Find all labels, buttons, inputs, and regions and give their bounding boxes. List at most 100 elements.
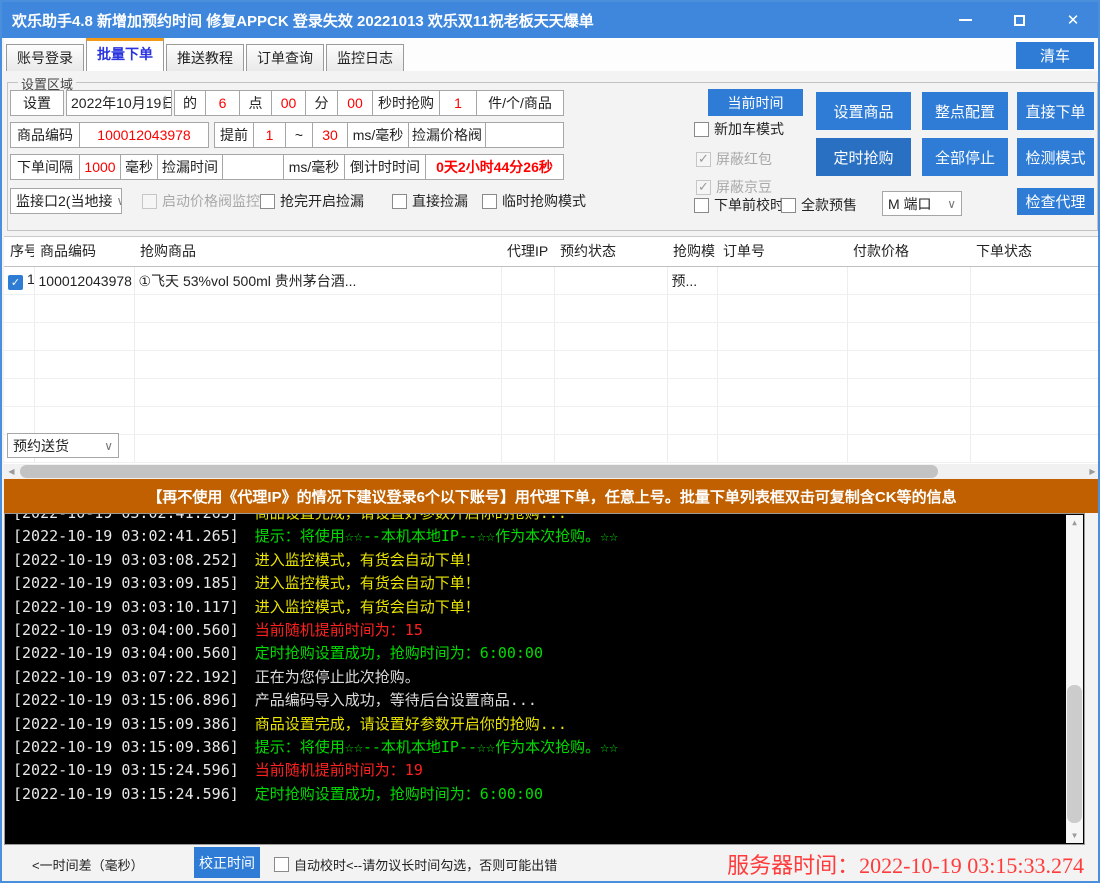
advance-label: 提前 <box>214 122 254 148</box>
tab-list: 账号登录 批量下单 推送教程 订单查询 监控日志 <box>6 38 406 71</box>
scroll-right-icon[interactable]: ▶ <box>1085 464 1100 479</box>
scroll-down-icon[interactable]: ▼ <box>1066 828 1083 843</box>
log-message: 正在为您停止此次抢购。 <box>255 668 420 686</box>
quantity-input[interactable]: 1 <box>439 90 477 116</box>
tab[interactable]: 批量下单 <box>86 38 164 71</box>
column-header[interactable]: 抢购商品 <box>134 237 501 267</box>
scroll-left-icon[interactable]: ◀ <box>4 464 19 479</box>
block-jdbean-checkbox[interactable]: 屏蔽京豆 <box>696 178 772 196</box>
product-table: 序号商品编码抢购商品代理IP预约状态抢购模订单号付款价格下单状态 ✓1 1000… <box>4 236 1100 465</box>
minimize-button[interactable] <box>950 7 980 33</box>
direct-loophole-checkbox[interactable]: 直接捡漏 <box>392 192 468 210</box>
port-mode-value: M 端口 <box>888 194 932 214</box>
checkbox-icon <box>781 198 796 213</box>
port-mode-select[interactable]: M 端口 ∨ <box>882 191 962 216</box>
second-input[interactable]: 00 <box>337 90 373 116</box>
block-redpacket-checkbox[interactable]: 屏蔽红包 <box>696 150 772 168</box>
notice-banner: 【再不使用《代理IP》的情况下建议登录6个以下账号】用代理下单，任意上号。批量下… <box>4 479 1100 513</box>
log-timestamp: [2022-10-19 03:04:00.560] <box>13 644 239 662</box>
date-spinner[interactable]: 2022年10月19日 ▲▼ <box>66 90 172 116</box>
time-check-checkbox[interactable]: 下单前校时 <box>694 196 784 214</box>
listen-port-select[interactable]: 监接口2(当地接 ∨ <box>10 188 122 214</box>
price-threshold-input[interactable] <box>485 122 564 148</box>
title-bar[interactable]: 欢乐助手4.8 新增加预约时间 修复APPCK 登录失效 20221013 欢乐… <box>2 2 1098 38</box>
new-cart-mode-checkbox[interactable]: 新加车模式 <box>694 120 784 138</box>
empty-row <box>4 295 1100 323</box>
log-entry: [2022-10-19 03:04:00.560]当前随机提前时间为：15 <box>13 619 1084 642</box>
spinner-arrows-icon[interactable]: ▲▼ <box>161 93 169 111</box>
row-pay-price <box>847 267 970 295</box>
auto-time-check-checkbox[interactable]: 自动校时<--请勿议长时间勾选，否则可能出错 <box>274 855 557 873</box>
checkbox-icon <box>260 194 275 209</box>
quantity-suffix-label: 件/个/商品 <box>476 90 564 116</box>
clear-cart-button[interactable]: 清车 <box>1016 42 1094 69</box>
log-entry: [2022-10-19 03:03:10.117]进入监控模式，有货会自动下单！ <box>13 596 1084 619</box>
column-header[interactable]: 付款价格 <box>847 237 970 267</box>
set-product-button[interactable]: 设置商品 <box>816 92 911 130</box>
tab[interactable]: 订单查询 <box>246 44 324 71</box>
column-header[interactable]: 订单号 <box>717 237 847 267</box>
table-row[interactable]: ✓1 100012043978 ①飞天 53%vol 500ml 贵州茅台酒..… <box>4 267 1100 295</box>
direct-order-button[interactable]: 直接下单 <box>1017 92 1094 130</box>
row-checkbox[interactable]: ✓ <box>8 275 23 290</box>
scroll-up-icon[interactable]: ▲ <box>1066 515 1083 530</box>
tab[interactable]: 监控日志 <box>326 44 404 71</box>
date-value: 2022年10月19日 <box>71 93 172 113</box>
sku-label: 商品编码 <box>10 122 80 148</box>
horizontal-scrollbar[interactable]: ◀ ▶ <box>4 464 1100 479</box>
minimize-icon <box>959 19 972 21</box>
log-entry: [2022-10-19 03:04:00.560] 定时抢购设置成功，抢购时间为：… <box>13 642 1084 665</box>
after-loophole-checkbox[interactable]: 抢完开启捡漏 <box>260 192 364 210</box>
column-header[interactable]: 抢购模 <box>667 237 717 267</box>
vertical-scrollbar[interactable]: ▲ ▼ <box>1066 515 1083 843</box>
sku-input[interactable]: 100012043978 <box>79 122 209 148</box>
row-mode: 预... <box>667 267 717 295</box>
tab[interactable]: 账号登录 <box>6 44 84 71</box>
row-index: 1 <box>27 271 34 287</box>
stop-all-button[interactable]: 全部停止 <box>922 138 1008 176</box>
row-order-no <box>717 267 847 295</box>
timed-buy-button[interactable]: 定时抢购 <box>816 138 911 176</box>
column-header[interactable]: 下单状态 <box>970 237 1100 267</box>
column-header[interactable]: 预约状态 <box>554 237 667 267</box>
window-title: 欢乐助手4.8 新增加预约时间 修复APPCK 登录失效 20221013 欢乐… <box>12 10 594 31</box>
log-message: 定时抢购设置成功，抢购时间为：6:00:00 <box>255 644 543 662</box>
vertical-scrollbar-thumb[interactable] <box>1067 685 1082 823</box>
tab-strip: 账号登录 批量下单 推送教程 订单查询 监控日志 <box>4 38 1100 71</box>
hour-config-button[interactable]: 整点配置 <box>922 92 1008 130</box>
advance-from-input[interactable]: 1 <box>253 122 286 148</box>
delivery-mode-value: 预约送货 <box>13 436 69 456</box>
column-header[interactable]: 商品编码 <box>34 237 134 267</box>
check-proxy-button[interactable]: 检查代理 <box>1017 188 1094 215</box>
chevron-down-icon: ∨ <box>100 439 113 453</box>
log-message: 进入监控模式，有货会自动下单！ <box>255 551 480 569</box>
interval-input[interactable]: 1000 <box>79 154 121 180</box>
minute-input[interactable]: 00 <box>271 90 306 116</box>
loophole-time-input[interactable] <box>222 154 284 180</box>
maximize-button[interactable] <box>1004 7 1034 33</box>
column-header[interactable]: 代理IP <box>501 237 554 267</box>
window-controls: ✕ <box>950 2 1088 38</box>
log-console[interactable]: [2022-10-19 03:02:41.265]商品设置完成，请设置好参数开启… <box>4 513 1085 845</box>
temp-mode-checkbox[interactable]: 临时抢购模式 <box>482 192 586 210</box>
advance-to-input[interactable]: 30 <box>312 122 348 148</box>
full-presale-checkbox[interactable]: 全款预售 <box>781 196 857 214</box>
time-diff-label: <一时间差（毫秒） <box>32 855 144 874</box>
checkbox-icon <box>696 152 711 167</box>
close-button[interactable]: ✕ <box>1058 7 1088 33</box>
column-header[interactable]: 序号 <box>4 237 34 267</box>
current-time-button[interactable]: 当前时间 <box>708 89 803 116</box>
log-entry: [2022-10-19 03:15:24.596]定时抢购设置成功，抢购时间为：… <box>13 783 1084 806</box>
horizontal-scrollbar-thumb[interactable] <box>20 465 938 478</box>
delivery-mode-select[interactable]: 预约送货 ∨ <box>7 433 119 458</box>
log-entry: [2022-10-19 03:15:09.386]商品设置完成，请设置好参数开启… <box>13 713 1084 736</box>
detect-mode-button[interactable]: 检测模式 <box>1017 138 1094 176</box>
calibrate-time-button[interactable]: 校正时间 <box>194 847 260 878</box>
hour-input[interactable]: 6 <box>205 90 240 116</box>
log-entry: [2022-10-19 03:03:09.185]进入监控模式，有货会自动下单！ <box>13 572 1084 595</box>
log-message: 提示：将使用☆☆--本机本地IP--☆☆作为本次抢购。☆☆ <box>255 738 618 756</box>
log-message: 提示：将使用☆☆--本机本地IP--☆☆作为本次抢购。☆☆ <box>255 527 618 545</box>
tab[interactable]: 推送教程 <box>166 44 244 71</box>
tilde-label: ~ <box>285 122 313 148</box>
price-monitor-checkbox[interactable]: 启动价格阀监控 <box>142 192 260 210</box>
